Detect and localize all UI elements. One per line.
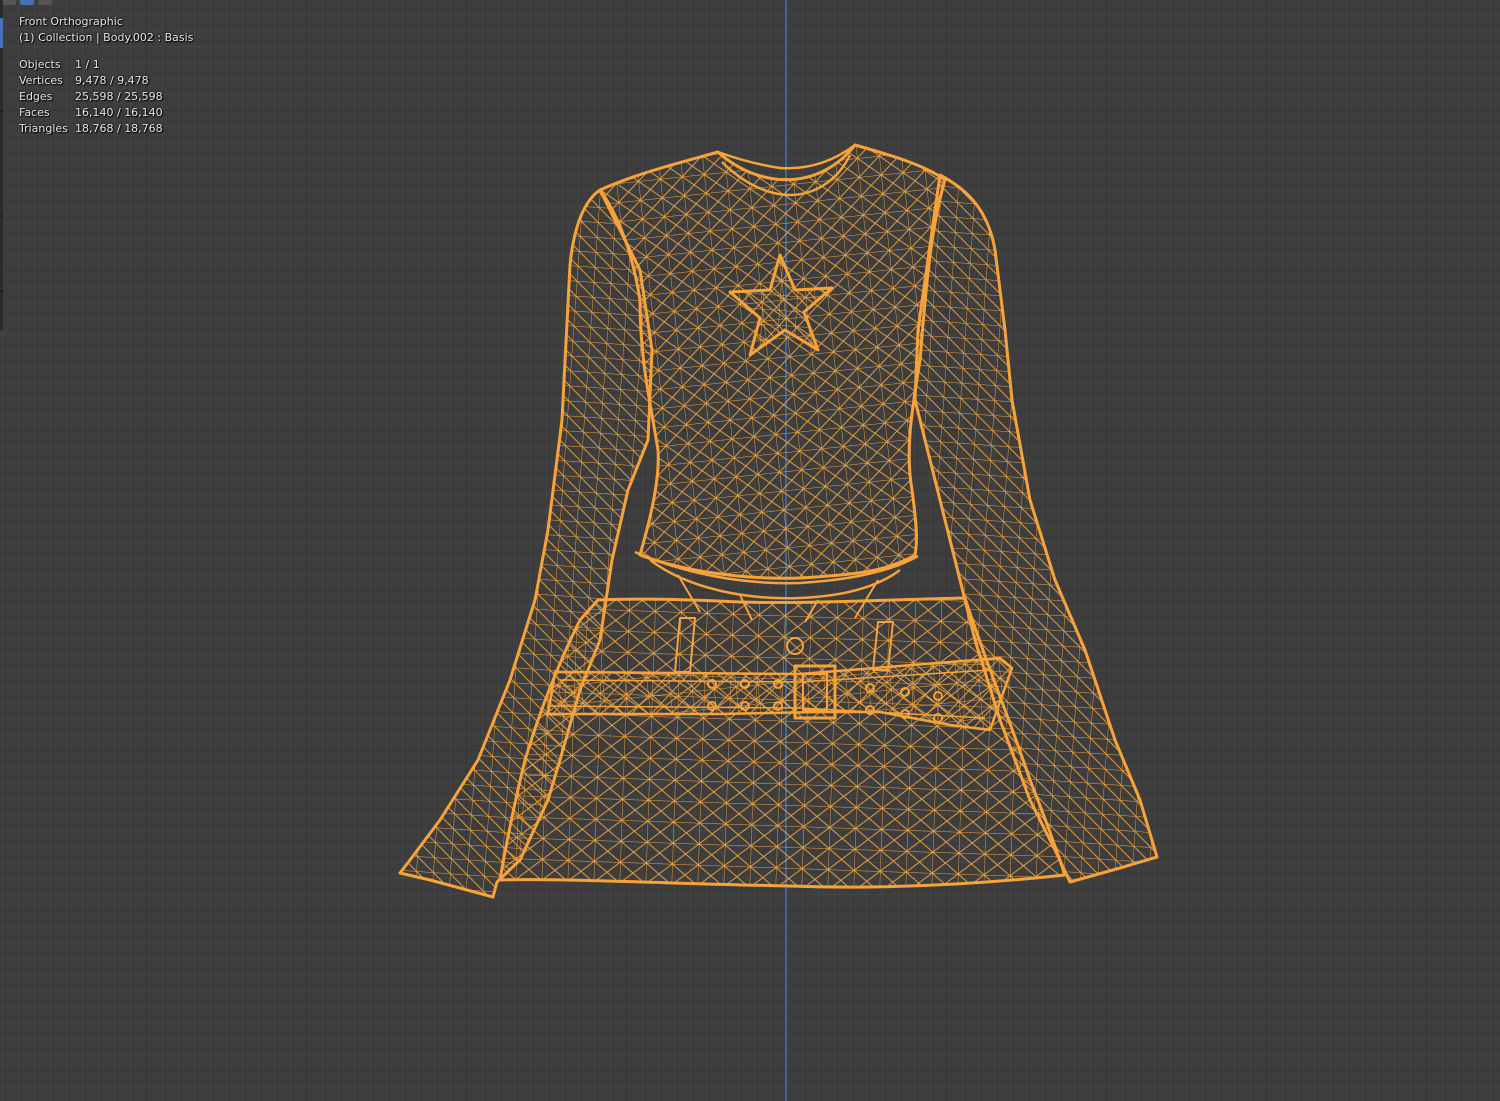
- viewport-info-overlay: Front Orthographic (1) Collection | Body…: [19, 14, 193, 137]
- stat-label: Edges: [19, 90, 53, 103]
- stat-label: Triangles: [19, 122, 68, 135]
- stat-row: Triangles 18,768 / 18,768: [19, 121, 163, 137]
- skirt: [498, 596, 1067, 889]
- stat-label: Faces: [19, 106, 50, 119]
- stat-value: 1 / 1: [75, 58, 100, 71]
- stat-row: Faces 16,140 / 16,140: [19, 105, 163, 121]
- stat-value: 9,478 / 9,478: [75, 74, 149, 87]
- active-object-label: (1) Collection | Body.002 : Basis: [19, 31, 194, 44]
- stat-row: Objects 1 / 1: [19, 57, 163, 73]
- stat-label: Objects: [19, 58, 61, 71]
- stat-value: 16,140 / 16,140: [75, 106, 163, 119]
- stat-label: Vertices: [19, 74, 63, 87]
- wireframe-mesh-icon[interactable]: [0, 0, 1500, 1101]
- scene-statistics: Objects 1 / 1 Vertices 9,478 / 9,478 Edg…: [19, 57, 163, 137]
- stat-row: Vertices 9,478 / 9,478: [19, 73, 163, 89]
- stat-value: 25,598 / 25,598: [75, 90, 163, 103]
- stat-row: Edges 25,598 / 25,598: [19, 89, 163, 105]
- stat-value: 18,768 / 18,768: [75, 122, 163, 135]
- view-name-label: Front Orthographic: [19, 15, 123, 28]
- torso: [598, 143, 947, 580]
